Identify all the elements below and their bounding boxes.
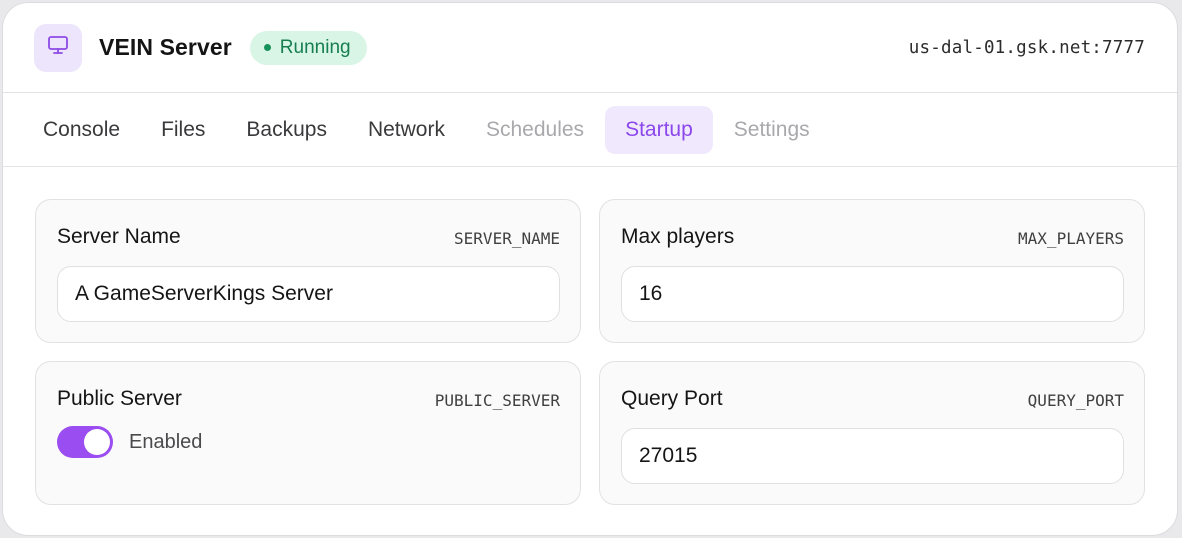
server-header: VEIN Server Running us-dal-01.gsk.net:77…	[3, 3, 1177, 93]
status-dot-icon	[263, 44, 271, 51]
toggle-state-label: Enabled	[129, 430, 203, 453]
server-avatar	[34, 23, 82, 72]
tab-bar: Console Files Backups Network Schedules …	[3, 93, 1177, 167]
tab-console[interactable]: Console	[23, 106, 140, 154]
query-port-input[interactable]	[621, 428, 1124, 484]
variable-env-name: MAX_PLAYERS	[1018, 229, 1124, 248]
max-players-input[interactable]	[621, 266, 1124, 322]
variable-env-name: SERVER_NAME	[454, 229, 560, 248]
variable-label: Query Port	[621, 387, 723, 410]
server-title: VEIN Server	[99, 34, 232, 60]
variable-card-query-port: Query Port QUERY_PORT	[599, 361, 1145, 505]
tab-schedules: Schedules	[485, 117, 585, 141]
variable-label: Max players	[621, 225, 735, 248]
tab-backups[interactable]: Backups	[226, 106, 347, 154]
tab-network[interactable]: Network	[348, 106, 465, 154]
monitor-icon	[46, 33, 70, 62]
server-name-input[interactable]	[57, 266, 560, 322]
server-address: us-dal-01.gsk.net:7777	[908, 37, 1145, 58]
variable-card-max-players: Max players MAX_PLAYERS	[599, 199, 1145, 343]
public-server-toggle-row: Enabled	[57, 426, 202, 458]
variable-label: Public Server	[57, 387, 182, 410]
tab-settings: Settings	[733, 117, 810, 141]
status-text: Running	[279, 36, 351, 58]
variable-env-name: PUBLIC_SERVER	[434, 391, 560, 410]
tab-startup[interactable]: Startup	[605, 105, 713, 154]
variable-env-name: QUERY_PORT	[1027, 391, 1124, 410]
variable-card-public-server: Public Server PUBLIC_SERVER Enabled	[35, 361, 581, 505]
server-panel: VEIN Server Running us-dal-01.gsk.net:77…	[2, 2, 1178, 536]
tab-files[interactable]: Files	[141, 106, 225, 154]
toggle-knob	[84, 429, 110, 455]
public-server-toggle[interactable]	[57, 426, 113, 458]
variable-label: Server Name	[57, 225, 181, 248]
status-badge: Running	[249, 30, 367, 65]
variable-card-server-name: Server Name SERVER_NAME	[35, 199, 581, 343]
